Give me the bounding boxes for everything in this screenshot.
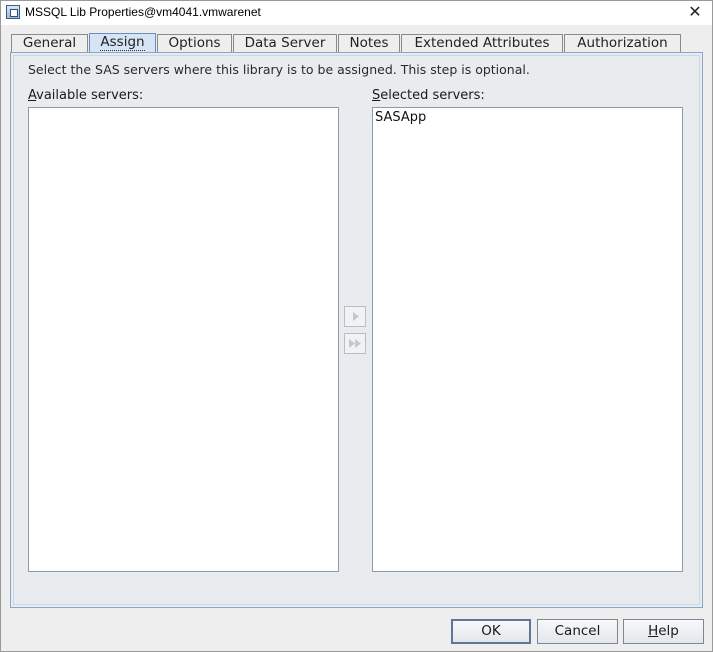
available-servers-label: Available servers:	[28, 88, 144, 103]
tab-general[interactable]: General	[11, 34, 88, 52]
tab-data-server[interactable]: Data Server	[233, 34, 337, 52]
tab-notes[interactable]: Notes	[338, 34, 400, 52]
title-bar: MSSQL Lib Properties@vm4041.vmwarenet ✕	[1, 1, 712, 25]
tab-authorization[interactable]: Authorization	[564, 34, 681, 52]
tab-options[interactable]: Options	[157, 34, 232, 52]
library-icon	[6, 5, 20, 19]
properties-dialog: MSSQL Lib Properties@vm4041.vmwarenet ✕ …	[0, 0, 713, 652]
move-all-right-button[interactable]	[344, 333, 366, 354]
double-arrow-right-icon	[349, 339, 361, 348]
window-title: MSSQL Lib Properties@vm4041.vmwarenet	[25, 5, 261, 19]
selected-servers-list[interactable]: SASApp	[372, 107, 683, 572]
ok-button[interactable]: OK	[451, 619, 531, 644]
cancel-button[interactable]: Cancel	[537, 619, 618, 644]
move-right-button[interactable]	[344, 306, 366, 327]
available-servers-list[interactable]	[28, 107, 339, 572]
arrow-right-icon	[353, 312, 359, 321]
close-button[interactable]: ✕	[684, 2, 706, 22]
tab-extended-attributes[interactable]: Extended Attributes	[401, 34, 563, 52]
instruction-text: Select the SAS servers where this librar…	[28, 62, 530, 77]
help-button[interactable]: Help	[623, 619, 704, 644]
list-item[interactable]: SASApp	[373, 108, 682, 127]
tab-assign[interactable]: Assign	[89, 33, 156, 52]
selected-servers-label: Selected servers:	[372, 88, 485, 103]
